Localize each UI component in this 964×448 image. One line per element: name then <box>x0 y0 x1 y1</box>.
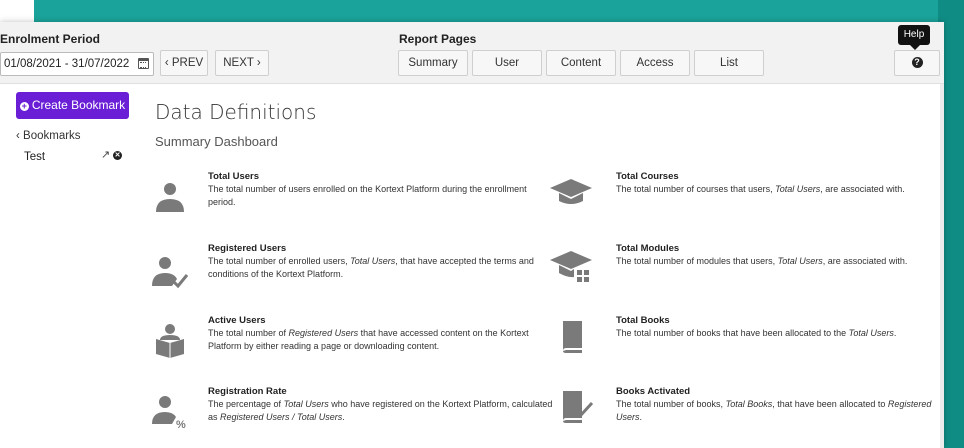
svg-text:%: % <box>176 419 186 429</box>
tab-summary[interactable]: Summary <box>398 50 468 76</box>
book-icon <box>560 318 586 354</box>
delete-bookmark-icon[interactable]: ✕ <box>113 151 122 160</box>
definition-title: Total Modules <box>616 243 680 254</box>
definition-description: The percentage of Total Users who have r… <box>208 399 553 422</box>
graduation-cap-icon <box>548 175 594 211</box>
create-bookmark-label: Create Bookmark <box>31 98 126 112</box>
definition-total-modules: Total Modules The total number of module… <box>616 243 941 268</box>
definition-title: Registered Users <box>208 243 287 254</box>
help-button[interactable]: ? <box>894 50 940 76</box>
page-title: Data Definitions <box>155 100 317 124</box>
definition-total-courses: Total Courses The total number of course… <box>616 171 941 196</box>
create-bookmark-button[interactable]: + Create Bookmark <box>16 92 129 119</box>
page-subtitle: Summary Dashboard <box>155 134 278 149</box>
help-tooltip: Help <box>898 25 930 50</box>
report-toolbar: Enrolment Period 01/08/2021 - 31/07/2022… <box>0 22 944 84</box>
calendar-icon[interactable] <box>138 58 149 69</box>
definition-total-books: Total Books The total number of books th… <box>616 315 941 340</box>
definition-description: The total number of users enrolled on th… <box>208 184 527 207</box>
bookmarks-link[interactable]: ‹ Bookmarks <box>16 130 81 142</box>
definition-registration-rate: Registration Rate The percentage of Tota… <box>208 386 553 424</box>
definition-description: The total number of books that have been… <box>616 328 897 338</box>
definition-registered-users: Registered Users The total number of enr… <box>208 243 553 281</box>
definition-active-users: Active Users The total number of Registe… <box>208 315 553 353</box>
tab-list[interactable]: List <box>694 50 764 76</box>
scrollbar[interactable] <box>940 84 944 448</box>
enrolment-period-label: Enrolment Period <box>0 32 101 46</box>
definition-description: The total number of books, Total Books, … <box>616 399 932 422</box>
question-icon: ? <box>911 57 923 69</box>
modules-icon <box>548 247 594 283</box>
user-percent-icon: % <box>150 393 190 431</box>
definition-title: Total Books <box>616 315 670 326</box>
date-range-value: 01/08/2021 - 31/07/2022 <box>4 58 130 70</box>
definition-description: The total number of courses that users, … <box>616 184 905 194</box>
definition-total-users: Total Users The total number of users en… <box>208 171 553 209</box>
user-reading-icon <box>152 322 188 358</box>
date-range-field[interactable]: 01/08/2021 - 31/07/2022 <box>0 52 154 76</box>
definition-title: Active Users <box>208 315 266 326</box>
prev-button[interactable]: ‹ PREV <box>160 50 208 76</box>
tab-user[interactable]: User <box>472 50 542 76</box>
app-window: Enrolment Period 01/08/2021 - 31/07/2022… <box>0 22 944 448</box>
external-link-icon[interactable]: ↗ <box>101 148 110 161</box>
tab-access[interactable]: Access <box>620 50 690 76</box>
definition-title: Total Users <box>208 171 260 182</box>
plus-circle-icon: + <box>19 101 29 111</box>
definition-title: Registration Rate <box>208 386 287 397</box>
definition-description: The total number of modules that users, … <box>616 256 908 266</box>
report-pages-label: Report Pages <box>399 32 477 46</box>
next-button[interactable]: NEXT › <box>215 50 269 76</box>
definition-description: The total number of enrolled users, Tota… <box>208 256 534 279</box>
definition-description: The total number of Registered Users tha… <box>208 328 529 351</box>
definition-title: Total Courses <box>616 171 679 182</box>
book-check-icon <box>560 388 594 424</box>
definition-books-activated: Books Activated The total number of book… <box>616 386 941 424</box>
tab-content[interactable]: Content <box>546 50 616 76</box>
user-check-icon <box>150 253 190 289</box>
bookmark-item-test[interactable]: Test <box>24 151 45 163</box>
user-icon <box>152 179 188 215</box>
definition-title: Books Activated <box>616 386 691 397</box>
